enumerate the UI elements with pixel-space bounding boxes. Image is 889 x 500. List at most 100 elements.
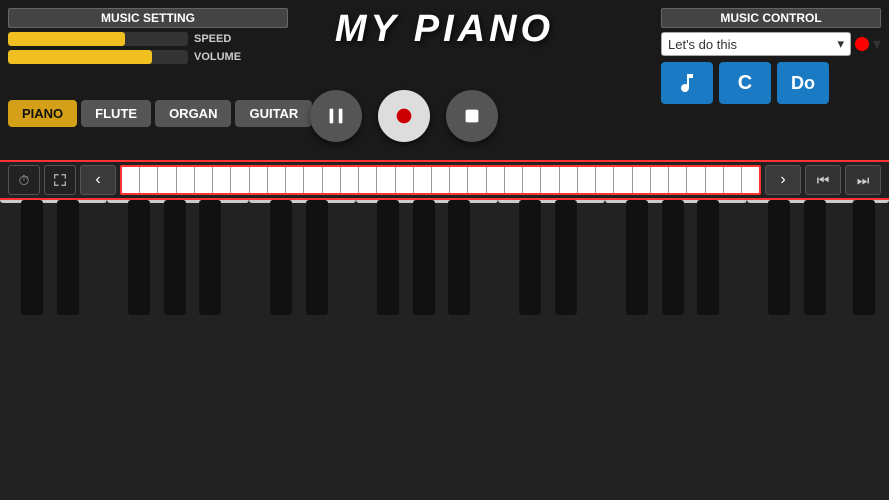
forward-button[interactable]: ⏭ bbox=[845, 165, 881, 195]
settings-label: MUSIC SETTING bbox=[8, 8, 288, 28]
mini-white-key bbox=[578, 167, 596, 193]
fullscreen-button[interactable] bbox=[44, 165, 76, 195]
music-note-button[interactable] bbox=[661, 62, 713, 104]
white-key[interactable] bbox=[107, 200, 143, 203]
white-key[interactable] bbox=[214, 200, 250, 203]
music-control-label: MUSIC CONTROL bbox=[661, 8, 881, 28]
black-keys-svg bbox=[0, 200, 889, 380]
nav-row: ⏱ ‹ bbox=[0, 160, 889, 200]
white-key[interactable] bbox=[249, 200, 285, 203]
white-key[interactable] bbox=[570, 200, 606, 203]
stop-button[interactable] bbox=[446, 90, 498, 142]
mini-keyboard bbox=[120, 165, 761, 195]
music-note-icon bbox=[675, 71, 699, 95]
white-key[interactable] bbox=[498, 200, 534, 203]
white-key[interactable] bbox=[142, 200, 178, 203]
volume-slider-track[interactable] bbox=[8, 50, 188, 64]
white-key[interactable] bbox=[178, 200, 214, 203]
music-control-panel: MUSIC CONTROL Let's do this ▾ ▾ C Do bbox=[661, 8, 881, 104]
pause-button[interactable] bbox=[310, 90, 362, 142]
rec-dot-indicator bbox=[855, 37, 869, 51]
white-key[interactable] bbox=[392, 200, 428, 203]
white-key[interactable] bbox=[854, 200, 889, 203]
mini-white-key bbox=[687, 167, 705, 193]
speed-row: SPEED bbox=[8, 32, 288, 46]
rewind-button[interactable]: ⏮ bbox=[805, 165, 841, 195]
white-key[interactable] bbox=[463, 200, 499, 203]
mini-white-key bbox=[286, 167, 304, 193]
c-button[interactable]: C bbox=[719, 62, 771, 104]
mini-white-key bbox=[706, 167, 724, 193]
mini-white-key bbox=[432, 167, 450, 193]
white-key[interactable] bbox=[534, 200, 570, 203]
mini-white-key bbox=[541, 167, 559, 193]
mini-white-key bbox=[505, 167, 523, 193]
mini-white-key bbox=[633, 167, 651, 193]
piano-area bbox=[0, 200, 889, 500]
next-icon: › bbox=[780, 171, 785, 189]
white-key[interactable] bbox=[641, 200, 677, 203]
mini-white-key bbox=[414, 167, 432, 193]
prev-icon: ‹ bbox=[95, 171, 100, 189]
mini-white-key bbox=[177, 167, 195, 193]
white-key[interactable] bbox=[747, 200, 783, 203]
song-dropdown[interactable]: Let's do this ▾ bbox=[661, 32, 851, 56]
mini-white-key bbox=[651, 167, 669, 193]
rewind-icon: ⏮ bbox=[817, 172, 830, 189]
c-label: C bbox=[738, 72, 752, 95]
mini-white-key bbox=[450, 167, 468, 193]
white-key[interactable] bbox=[36, 200, 72, 203]
white-key[interactable] bbox=[356, 200, 392, 203]
white-key[interactable] bbox=[285, 200, 321, 203]
mini-white-key bbox=[304, 167, 322, 193]
mini-white-key bbox=[359, 167, 377, 193]
piano-button[interactable]: PIANO bbox=[8, 100, 77, 127]
white-key[interactable] bbox=[605, 200, 641, 203]
white-key[interactable] bbox=[71, 200, 107, 203]
white-key[interactable] bbox=[819, 200, 855, 203]
white-key[interactable] bbox=[676, 200, 712, 203]
white-key[interactable] bbox=[783, 200, 819, 203]
prev-button[interactable]: ‹ bbox=[80, 165, 116, 195]
white-key[interactable] bbox=[712, 200, 748, 203]
white-key[interactable] bbox=[0, 200, 36, 203]
top-bar: MY PIANO MUSIC SETTING SPEED VOLUME PIAN… bbox=[0, 0, 889, 160]
mini-white-key bbox=[377, 167, 395, 193]
mini-white-key bbox=[742, 167, 759, 193]
timer-button[interactable]: ⏱ bbox=[8, 165, 40, 195]
mini-white-key bbox=[140, 167, 158, 193]
piano-keys-container[interactable] bbox=[0, 200, 889, 203]
record-icon bbox=[393, 105, 415, 127]
mini-white-key bbox=[213, 167, 231, 193]
mini-white-key bbox=[122, 167, 140, 193]
record-button[interactable] bbox=[378, 90, 430, 142]
mini-white-key bbox=[268, 167, 286, 193]
mini-white-key bbox=[560, 167, 578, 193]
song-name: Let's do this bbox=[668, 37, 737, 52]
settings-panel: MUSIC SETTING SPEED VOLUME bbox=[8, 8, 288, 68]
speed-label: SPEED bbox=[194, 33, 231, 45]
flute-button[interactable]: FLUTE bbox=[81, 100, 151, 127]
pause-icon bbox=[325, 105, 347, 127]
guitar-button[interactable]: GUITAR bbox=[235, 100, 312, 127]
instrument-buttons: PIANO FLUTE ORGAN GUITAR bbox=[8, 100, 312, 127]
mini-white-key bbox=[596, 167, 614, 193]
fullscreen-icon bbox=[52, 172, 68, 188]
next-button[interactable]: › bbox=[765, 165, 801, 195]
mc-action-buttons: C Do bbox=[661, 62, 881, 104]
mini-white-key bbox=[724, 167, 742, 193]
organ-button[interactable]: ORGAN bbox=[155, 100, 231, 127]
timer-icon: ⏱ bbox=[19, 172, 30, 189]
mini-white-key bbox=[323, 167, 341, 193]
song-selector-row: Let's do this ▾ ▾ bbox=[661, 32, 881, 56]
app-title: MY PIANO bbox=[335, 8, 554, 51]
mini-white-key bbox=[468, 167, 486, 193]
do-button[interactable]: Do bbox=[777, 62, 829, 104]
white-key[interactable] bbox=[320, 200, 356, 203]
mini-white-key bbox=[231, 167, 249, 193]
center-controls bbox=[310, 90, 498, 142]
mini-white-key bbox=[614, 167, 632, 193]
speed-slider-track[interactable] bbox=[8, 32, 188, 46]
expand-icon[interactable]: ▾ bbox=[873, 34, 881, 54]
white-key[interactable] bbox=[427, 200, 463, 203]
